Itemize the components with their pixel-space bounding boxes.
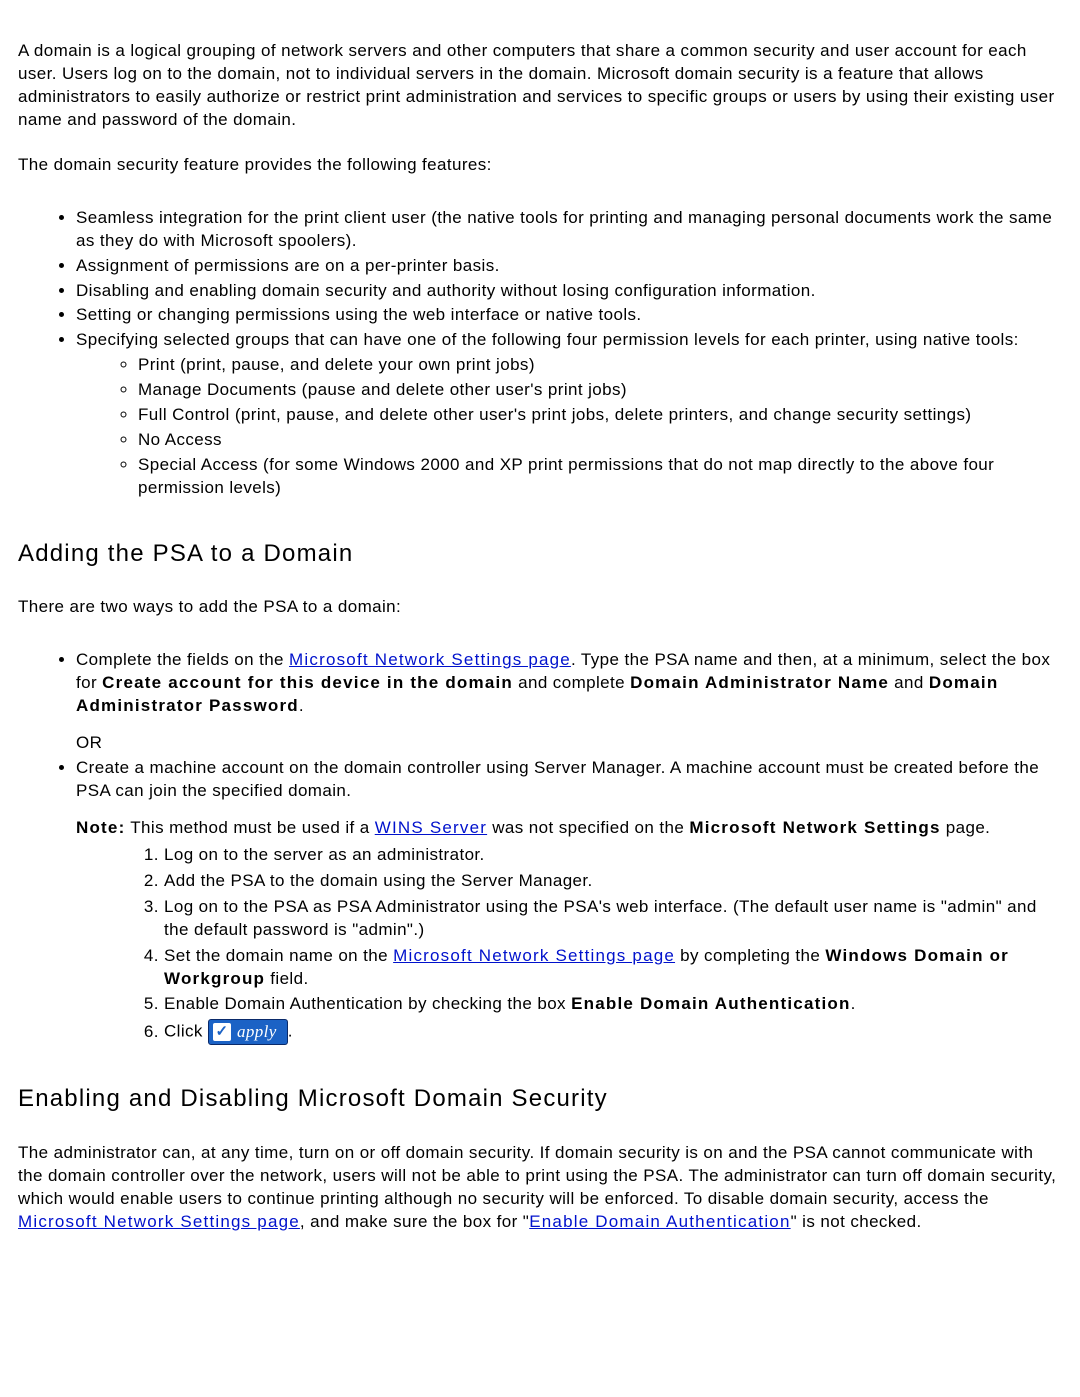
- bold-text: Microsoft Network Settings: [689, 818, 940, 837]
- list-item: Set the domain name on the Microsoft Net…: [164, 945, 1062, 991]
- note-label: Note:: [76, 818, 125, 837]
- text: by completing the: [675, 946, 825, 965]
- enabling-paragraph: The administrator can, at any time, turn…: [18, 1142, 1062, 1234]
- list-item: Create a machine account on the domain c…: [76, 757, 1062, 1045]
- list-item: Disabling and enabling domain security a…: [76, 280, 1062, 303]
- list-item: Setting or changing permissions using th…: [76, 304, 1062, 327]
- list-item: Click ✓ apply.: [164, 1019, 1062, 1045]
- text: Complete the fields on the: [76, 650, 289, 669]
- list-item: Special Access (for some Windows 2000 an…: [138, 454, 1062, 500]
- heading-adding-psa: Adding the PSA to a Domain: [18, 538, 1062, 570]
- document-page: A domain is a logical grouping of networ…: [0, 0, 1080, 1316]
- list-item: No Access: [138, 429, 1062, 452]
- apply-button-label: apply: [237, 1021, 277, 1044]
- list-item: Seamless integration for the print clien…: [76, 207, 1062, 253]
- permission-levels-list: Print (print, pause, and delete your own…: [76, 354, 1062, 500]
- list-item-text: Specifying selected groups that can have…: [76, 330, 1019, 349]
- list-item: Full Control (print, pause, and delete o…: [138, 404, 1062, 427]
- note-block: Note: This method must be used if a WINS…: [76, 817, 1062, 840]
- apply-button[interactable]: ✓ apply: [208, 1019, 288, 1045]
- text: , and make sure the box for ": [300, 1212, 529, 1231]
- bold-text: Domain Administrator Name: [630, 673, 889, 692]
- list-item: Log on to the server as an administrator…: [164, 844, 1062, 867]
- link-ms-network-settings[interactable]: Microsoft Network Settings page: [393, 946, 675, 965]
- list-item: Assignment of permissions are on a per-p…: [76, 255, 1062, 278]
- list-item: Specifying selected groups that can have…: [76, 329, 1062, 500]
- bold-text: Create account for this device in the do…: [102, 673, 513, 692]
- text: Set the domain name on the: [164, 946, 393, 965]
- text: was not specified on the: [487, 818, 689, 837]
- text: field.: [265, 969, 308, 988]
- text: This method must be used if a: [125, 818, 374, 837]
- text: The administrator can, at any time, turn…: [18, 1143, 1056, 1208]
- adding-options-list: Complete the fields on the Microsoft Net…: [18, 649, 1062, 1045]
- text: Click: [164, 1022, 208, 1041]
- list-item: Complete the fields on the Microsoft Net…: [76, 649, 1062, 755]
- adding-intro: There are two ways to add the PSA to a d…: [18, 596, 1062, 619]
- list-item: Log on to the PSA as PSA Administrator u…: [164, 896, 1062, 942]
- or-separator: OR: [76, 732, 1062, 755]
- link-wins-server[interactable]: WINS Server: [375, 818, 487, 837]
- text: Enable Domain Authentication by checking…: [164, 994, 571, 1013]
- text: .: [851, 994, 856, 1013]
- list-item: Print (print, pause, and delete your own…: [138, 354, 1062, 377]
- list-item: Manage Documents (pause and delete other…: [138, 379, 1062, 402]
- text: .: [288, 1022, 293, 1041]
- link-enable-domain-auth[interactable]: Enable Domain Authentication: [529, 1212, 790, 1231]
- heading-enabling-disabling: Enabling and Disabling Microsoft Domain …: [18, 1083, 1062, 1115]
- list-item: Add the PSA to the domain using the Serv…: [164, 870, 1062, 893]
- list-item: Enable Domain Authentication by checking…: [164, 993, 1062, 1016]
- features-list: Seamless integration for the print clien…: [18, 207, 1062, 500]
- text: Create a machine account on the domain c…: [76, 758, 1039, 800]
- link-ms-network-settings[interactable]: Microsoft Network Settings page: [18, 1212, 300, 1231]
- text: page.: [941, 818, 991, 837]
- text: and complete: [513, 673, 630, 692]
- intro-paragraph-1: A domain is a logical grouping of networ…: [18, 40, 1062, 132]
- link-ms-network-settings[interactable]: Microsoft Network Settings page: [289, 650, 571, 669]
- check-icon: ✓: [213, 1023, 231, 1041]
- text: " is not checked.: [791, 1212, 922, 1231]
- text: .: [299, 696, 304, 715]
- bold-text: Enable Domain Authentication: [571, 994, 851, 1013]
- steps-list: Log on to the server as an administrator…: [76, 844, 1062, 1046]
- intro-paragraph-2: The domain security feature provides the…: [18, 154, 1062, 177]
- text: and: [889, 673, 929, 692]
